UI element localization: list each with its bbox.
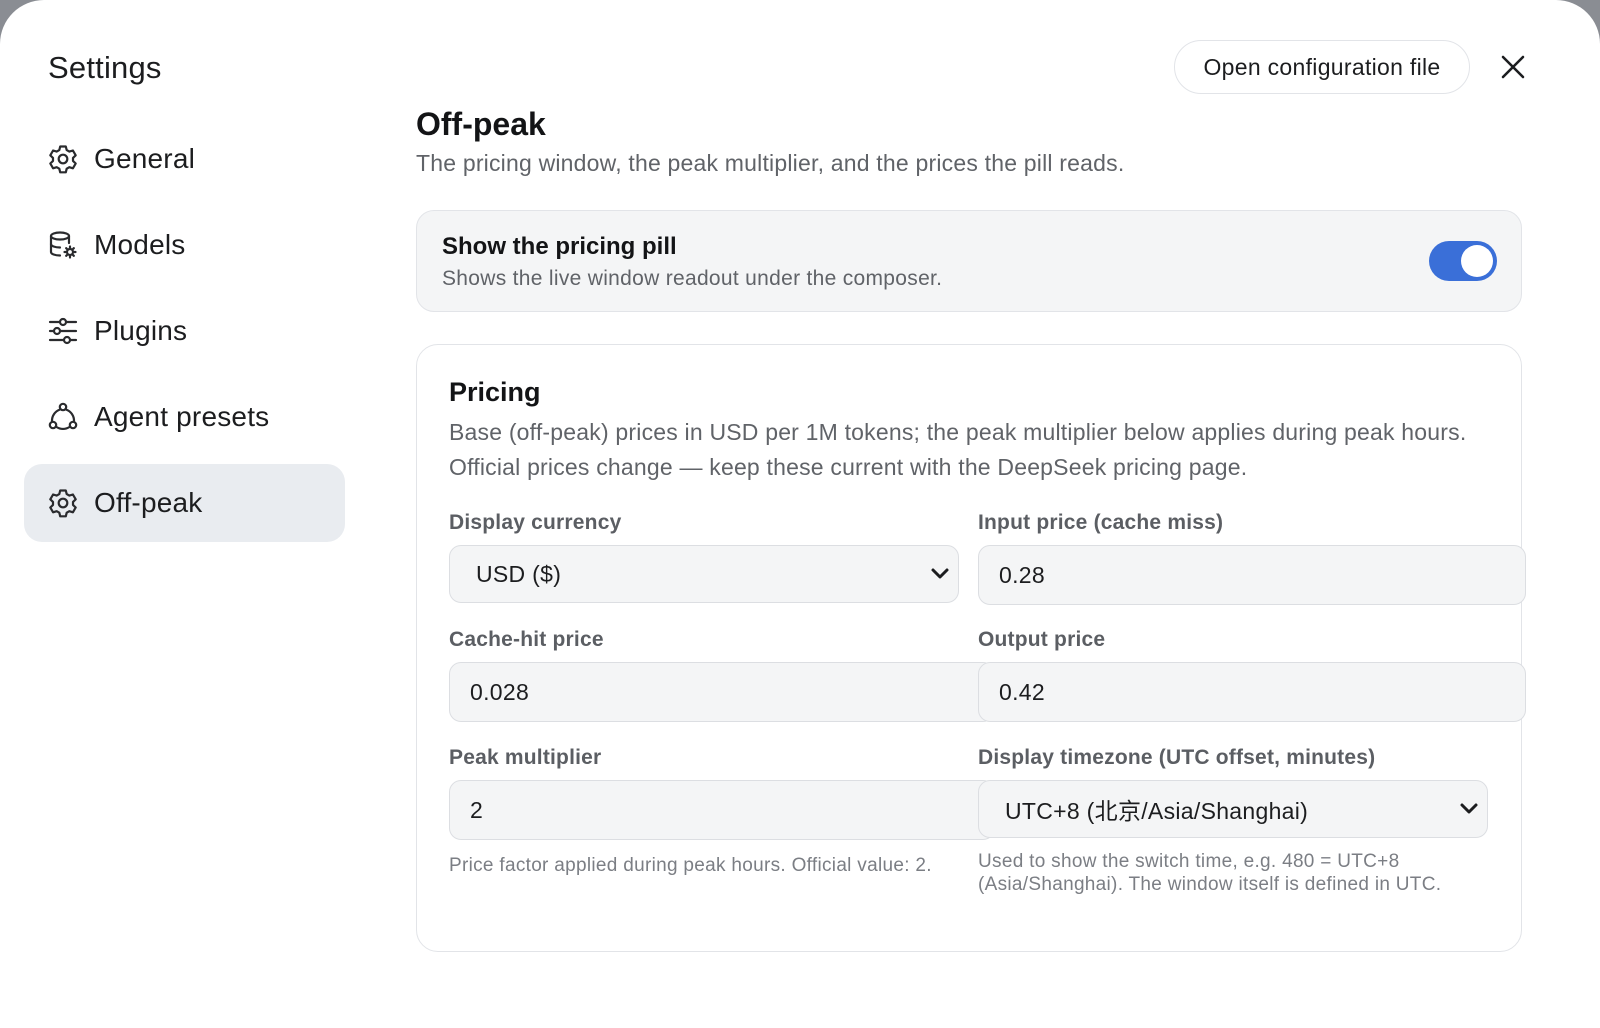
input-price-field[interactable]: 0.28	[978, 545, 1526, 605]
sidebar-item-label: General	[94, 143, 196, 174]
display-timezone-select[interactable]: UTC+8 (北京/Asia/Shanghai)	[978, 780, 1488, 838]
gear-icon	[46, 486, 80, 520]
sidebar-item-general[interactable]: General	[24, 120, 345, 198]
settings-dialog: Settings Open configuration file General	[0, 0, 1600, 1028]
settings-sidebar: General Models Plugins Agent presets Off…	[24, 120, 345, 550]
close-icon	[1501, 55, 1525, 79]
cache-hit-price-field[interactable]: 0.028	[449, 662, 995, 722]
display-currency-value: USD ($)	[476, 560, 562, 587]
display-timezone-value: UTC+8 (北京/Asia/Shanghai)	[1005, 798, 1309, 824]
pricing-card: Pricing Base (off-peak) prices in USD pe…	[416, 344, 1526, 952]
toggle-knob	[1461, 245, 1493, 277]
display-timezone-help: Used to show the switch time, e.g. 480 =…	[978, 851, 1442, 895]
sliders-icon	[46, 314, 80, 348]
page-title: Off-peak	[416, 106, 546, 142]
chevron-down-icon	[931, 568, 949, 579]
open-configuration-file-button[interactable]: Open configuration file	[1174, 40, 1470, 94]
output-price-field[interactable]: 0.42	[978, 662, 1526, 722]
sidebar-item-plugins[interactable]: Plugins	[24, 292, 345, 370]
pricing-title: Pricing	[449, 377, 541, 407]
dialog-title: Settings	[48, 50, 162, 85]
database-gear-icon	[46, 228, 80, 262]
cache-hit-price-value: 0.028	[470, 678, 530, 705]
page-subtitle: The pricing window, the peak multiplier,…	[416, 150, 1125, 176]
chevron-down-icon	[1460, 803, 1478, 814]
display-timezone-label: Display timezone (UTC offset, minutes)	[978, 746, 1376, 769]
show-pricing-pill-toggle[interactable]	[1429, 241, 1497, 281]
sidebar-item-models[interactable]: Models	[24, 206, 345, 284]
output-price-value: 0.42	[999, 678, 1045, 705]
sidebar-item-label: Agent presets	[94, 401, 270, 432]
nodes-icon	[46, 400, 80, 434]
pricing-pill-card: Show the pricing pill Shows the live win…	[416, 210, 1522, 312]
sidebar-item-label: Off-peak	[94, 487, 203, 518]
sidebar-item-label: Plugins	[94, 315, 188, 346]
off-peak-panel: Off-peak The pricing window, the peak mu…	[416, 104, 1526, 952]
peak-multiplier-value: 2	[470, 796, 484, 823]
gear-icon	[46, 142, 80, 176]
sidebar-item-agent-presets[interactable]: Agent presets	[24, 378, 345, 456]
cache-hit-price-label: Cache-hit price	[449, 628, 604, 651]
peak-multiplier-label: Peak multiplier	[449, 746, 602, 769]
input-price-label: Input price (cache miss)	[978, 511, 1224, 534]
sidebar-item-off-peak[interactable]: Off-peak	[24, 464, 345, 542]
pricing-pill-description: Shows the live window readout under the …	[442, 267, 943, 290]
input-price-value: 0.28	[999, 561, 1045, 588]
close-button[interactable]	[1494, 48, 1532, 86]
pricing-description: Base (off-peak) prices in USD per 1M tok…	[449, 419, 1467, 480]
sidebar-item-label: Models	[94, 229, 186, 260]
peak-multiplier-field[interactable]: 2	[449, 780, 995, 840]
display-currency-select[interactable]: USD ($)	[449, 545, 959, 603]
display-currency-label: Display currency	[449, 511, 622, 534]
peak-multiplier-help: Price factor applied during peak hours. …	[449, 855, 932, 876]
pricing-pill-title: Show the pricing pill	[442, 233, 677, 260]
output-price-label: Output price	[978, 628, 1106, 651]
